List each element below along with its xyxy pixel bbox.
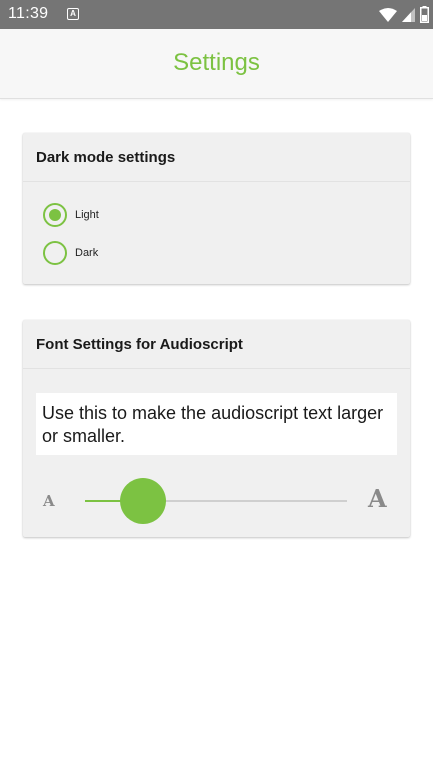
- font-settings-card-title: Font Settings for Audioscript: [23, 320, 410, 369]
- wifi-icon: [379, 7, 397, 22]
- font-size-slider-row: A A: [23, 476, 410, 526]
- battery-icon: [420, 6, 429, 23]
- font-settings-description: Use this to make the audioscript text la…: [36, 393, 397, 455]
- dark-mode-card-title: Dark mode settings: [23, 133, 410, 182]
- page-title: Settings: [173, 49, 260, 76]
- a-box-icon: A: [67, 8, 79, 20]
- app-bar: Settings: [0, 29, 433, 99]
- radio-option-light[interactable]: Light: [43, 203, 99, 227]
- radio-selected-dot: [49, 209, 61, 221]
- status-bar: 11:39 A: [0, 0, 433, 29]
- radio-label-dark: Dark: [75, 247, 99, 259]
- status-time: 11:39: [8, 5, 49, 22]
- font-size-slider[interactable]: [85, 478, 347, 524]
- font-settings-card: Font Settings for Audioscript Use this t…: [23, 320, 410, 537]
- signal-icon: [402, 7, 415, 22]
- radio-dark-icon[interactable]: [43, 241, 67, 265]
- slider-thumb[interactable]: [120, 478, 166, 524]
- large-font-icon: A: [368, 484, 387, 513]
- radio-option-dark[interactable]: Dark: [43, 241, 98, 265]
- dark-mode-card: Dark mode settings Light Dark: [23, 133, 410, 284]
- small-font-icon: A: [43, 492, 55, 510]
- radio-light-icon[interactable]: [43, 203, 67, 227]
- radio-label-light: Light: [75, 209, 99, 221]
- status-icons: [379, 5, 429, 24]
